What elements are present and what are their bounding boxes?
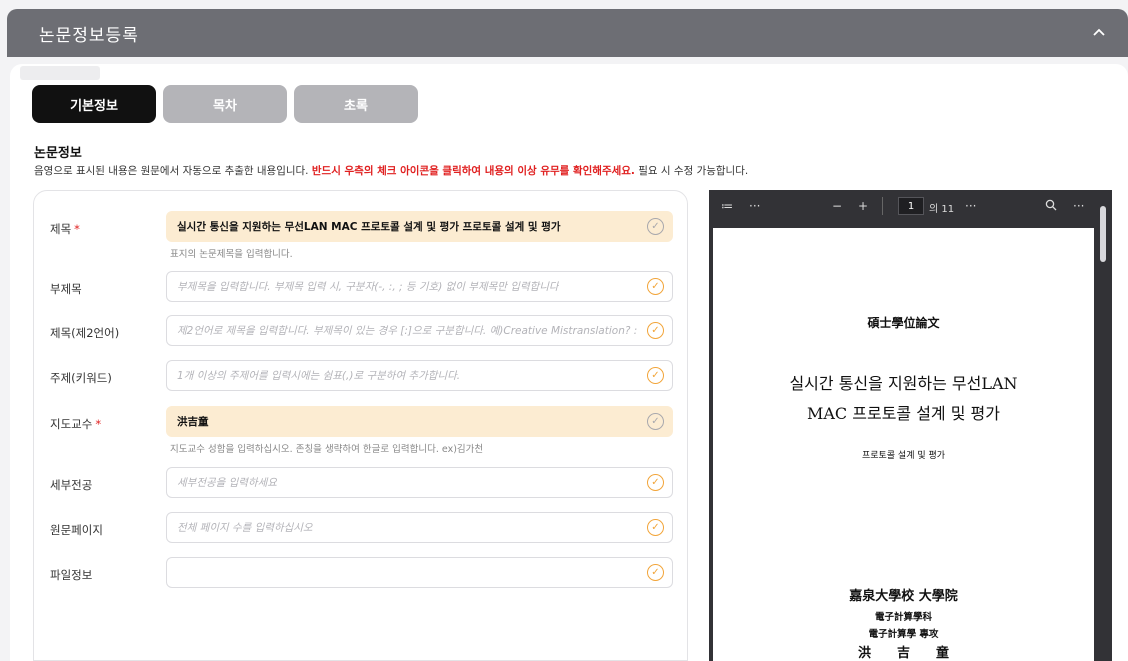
chevron-up-icon[interactable] (1092, 25, 1106, 41)
page-degree: 碩士學位論文 (867, 316, 940, 330)
required-mark: * (95, 417, 102, 431)
notice-post: 필요 시 수정 가능합니다. (634, 165, 749, 177)
zoom-out-icon[interactable]: − (832, 199, 842, 213)
label-subtitle: 부제목 (50, 282, 82, 296)
notice-warning: 반드시 우측의 체크 아이콘을 클릭하여 내용의 이상 유무를 확인해주세요. (311, 165, 635, 177)
ghost-label (20, 66, 100, 80)
page-author: 洪吉童 (857, 646, 975, 661)
file-input[interactable]: ✓ (166, 557, 673, 588)
page-major: 電子計算學 專攻 (868, 629, 939, 640)
more-icon[interactable]: ··· (1073, 199, 1084, 213)
toolbar-divider (882, 197, 883, 215)
pdf-toolbar: ≔ ··· − + 1 의 11 ··· ··· (709, 190, 1112, 222)
check-circle-icon[interactable]: ✓ (647, 474, 664, 491)
advisor-field[interactable]: 洪吉童 ✓ (166, 406, 673, 437)
thesis-form: 제목 * 실시간 통신을 지원하는 무선LAN MAC 프로토콜 설계 및 평가 … (33, 190, 688, 661)
label-file: 파일정보 (50, 568, 93, 582)
title-alt-placeholder: 제2언어로 제목을 입력합니다. 부제목이 있는 경우 [:]으로 구분합니다.… (177, 325, 640, 337)
page-subtitle: 프로토콜 설계 및 평가 (861, 451, 946, 461)
keywords-placeholder: 1개 이상의 주제어를 입력시에는 쉼표(,)로 구분하여 추가합니다. (177, 370, 461, 382)
advisor-help: 지도교수 성함을 입력하십시오. 존칭을 생략하여 한글로 입력합니다. ex)… (170, 444, 484, 455)
required-mark: * (74, 222, 80, 236)
title-field[interactable]: 실시간 통신을 지원하는 무선LAN MAC 프로토콜 설계 및 평가 프로토콜… (166, 211, 673, 242)
subtitle-placeholder: 부제목을 입력합니다. 부제목 입력 시, 구분자(-, :, ; 등 기호) … (177, 281, 559, 293)
page-total: 의 11 (929, 204, 955, 215)
title-help: 표지의 논문제목을 입력합니다. (170, 249, 293, 260)
label-title: 제목 * (50, 221, 80, 237)
title-value: 실시간 통신을 지원하는 무선LAN MAC 프로토콜 설계 및 평가 프로토콜… (177, 221, 561, 233)
section-header[interactable]: 논문정보등록 (7, 9, 1128, 57)
advisor-value: 洪吉童 (177, 416, 209, 428)
keywords-input[interactable]: 1개 이상의 주제어를 입력시에는 쉼표(,)로 구분하여 추가합니다. ✓ (166, 360, 673, 391)
page-title-line1: 실시간 통신을 지원하는 무선LAN (789, 374, 1018, 393)
search-icon[interactable] (1045, 199, 1057, 214)
label-advisor-text: 지도교수 (50, 417, 93, 431)
more-icon[interactable]: ··· (965, 199, 976, 213)
notice-text: 음영으로 표시된 내용은 원문에서 자동으로 추출한 내용입니다. 반드시 우측… (34, 163, 748, 178)
label-title-alt: 제목(제2언어) (50, 326, 120, 340)
major-input[interactable]: 세부전공을 입력하세요 ✓ (166, 467, 673, 498)
pdf-page: 碩士學位論文 실시간 통신을 지원하는 무선LAN MAC 프로토콜 설계 및 … (713, 228, 1094, 661)
check-circle-icon[interactable]: ✓ (647, 367, 664, 384)
check-circle-icon[interactable]: ✓ (647, 218, 664, 235)
pdf-scroll-thumb[interactable] (1100, 206, 1106, 262)
tab-toc[interactable]: 목차 (163, 85, 287, 123)
tab-abstract[interactable]: 초록 (294, 85, 418, 123)
page-number-input[interactable]: 1 (898, 197, 924, 215)
pages-input[interactable]: 전체 페이지 수를 입력하십시오 ✓ (166, 512, 673, 543)
check-circle-icon[interactable]: ✓ (647, 278, 664, 295)
page-university: 嘉泉大學校 大學院 (849, 589, 958, 604)
pdf-scrollbar[interactable] (1098, 204, 1108, 661)
label-pages: 원문페이지 (50, 523, 103, 537)
page-title-line2: MAC 프로토콜 설계 및 평가 (806, 404, 1000, 423)
subtitle-input[interactable]: 부제목을 입력합니다. 부제목 입력 시, 구분자(-, :, ; 등 기호) … (166, 271, 673, 302)
check-circle-icon[interactable]: ✓ (647, 519, 664, 536)
pdf-viewer[interactable]: ≔ ··· − + 1 의 11 ··· ··· 碩士學位論文 실시간 통신을 … (709, 190, 1112, 661)
check-circle-icon[interactable]: ✓ (647, 322, 664, 339)
major-placeholder: 세부전공을 입력하세요 (177, 477, 277, 489)
zoom-in-icon[interactable]: + (858, 199, 868, 213)
pages-placeholder: 전체 페이지 수를 입력하십시오 (177, 522, 313, 534)
page-department: 電子計算學科 (874, 612, 932, 623)
more-icon[interactable]: ··· (749, 199, 760, 213)
section-title: 논문정보등록 (39, 25, 139, 46)
tab-bar: 기본정보 목차 초록 (32, 85, 418, 123)
title-alt-input[interactable]: 제2언어로 제목을 입력합니다. 부제목이 있는 경우 [:]으로 구분합니다.… (166, 315, 673, 346)
label-keywords: 주제(키워드) (50, 371, 112, 385)
label-major: 세부전공 (50, 478, 93, 492)
check-circle-icon[interactable]: ✓ (647, 564, 664, 581)
label-advisor: 지도교수 * (50, 416, 101, 432)
section-heading: 논문정보 (34, 146, 82, 161)
tab-basic-info[interactable]: 기본정보 (32, 85, 156, 123)
notice-pre: 음영으로 표시된 내용은 원문에서 자동으로 추출한 내용입니다. (34, 165, 312, 177)
outline-icon[interactable]: ≔ (721, 199, 733, 213)
check-circle-icon[interactable]: ✓ (647, 413, 664, 430)
label-title-text: 제목 (50, 222, 72, 236)
